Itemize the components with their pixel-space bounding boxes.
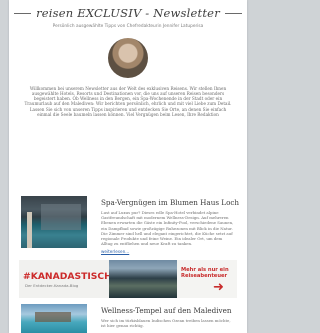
newsletter-viewport: reisen EXCLUSIV - Newsletter Persönlich … (0, 0, 252, 333)
banner-logo-area: #KANADASTISCH Der Entdecker-Kanada-Blog (19, 260, 112, 298)
article-maldives-image[interactable] (21, 304, 87, 333)
banner-lake-photo (109, 260, 177, 298)
banner-cta-text: Mehr als nur ein Reiseabenteuer (181, 267, 229, 280)
tagline: Persönlich ausgewählte Tipps von Chefred… (52, 24, 204, 29)
brand-title: reisen EXCLUSIV - Newsletter (36, 6, 220, 20)
article-maldives-text: Wer sich im türkisblauen Indischen Ozean… (101, 318, 231, 329)
masthead: reisen EXCLUSIV - Newsletter (9, 3, 247, 23)
masthead-rule-left (14, 12, 32, 14)
intro-text: Willkommen bei unserem Newsletter aus de… (24, 86, 232, 117)
banner-logo: #KANADASTISCH (23, 271, 112, 282)
arrow-right-icon: ➜ (213, 280, 224, 295)
newsletter-page: reisen EXCLUSIV - Newsletter Persönlich … (9, 0, 247, 333)
editor-avatar (108, 38, 148, 78)
masthead-rule-right (224, 12, 242, 14)
article-maldives[interactable]: Wellness-Tempel auf den Malediven Wer si… (21, 304, 235, 333)
article-spa-title[interactable]: Spa-Vergnügen im Blumen Haus Loch (101, 198, 239, 207)
kanada-blog-banner[interactable]: #KANADASTISCH Der Entdecker-Kanada-Blog … (19, 260, 237, 298)
article-maldives-title[interactable]: Wellness-Tempel auf den Malediven (101, 306, 232, 315)
intro-block: Willkommen bei unserem Newsletter aus de… (23, 86, 233, 117)
article-spa-text: Lust auf Luxus pur? Dieses edle Spa-Hote… (101, 210, 234, 247)
banner-cta-area: Mehr als nur ein Reiseabenteuer ➜ (177, 260, 237, 298)
banner-subtitle: Der Entdecker-Kanada-Blog (25, 283, 79, 288)
read-more-link[interactable]: weiterlesen... (101, 249, 129, 254)
article-spa-image[interactable] (21, 196, 87, 248)
article-spa[interactable]: Spa-Vergnügen im Blumen Haus Loch Lust a… (21, 196, 239, 256)
